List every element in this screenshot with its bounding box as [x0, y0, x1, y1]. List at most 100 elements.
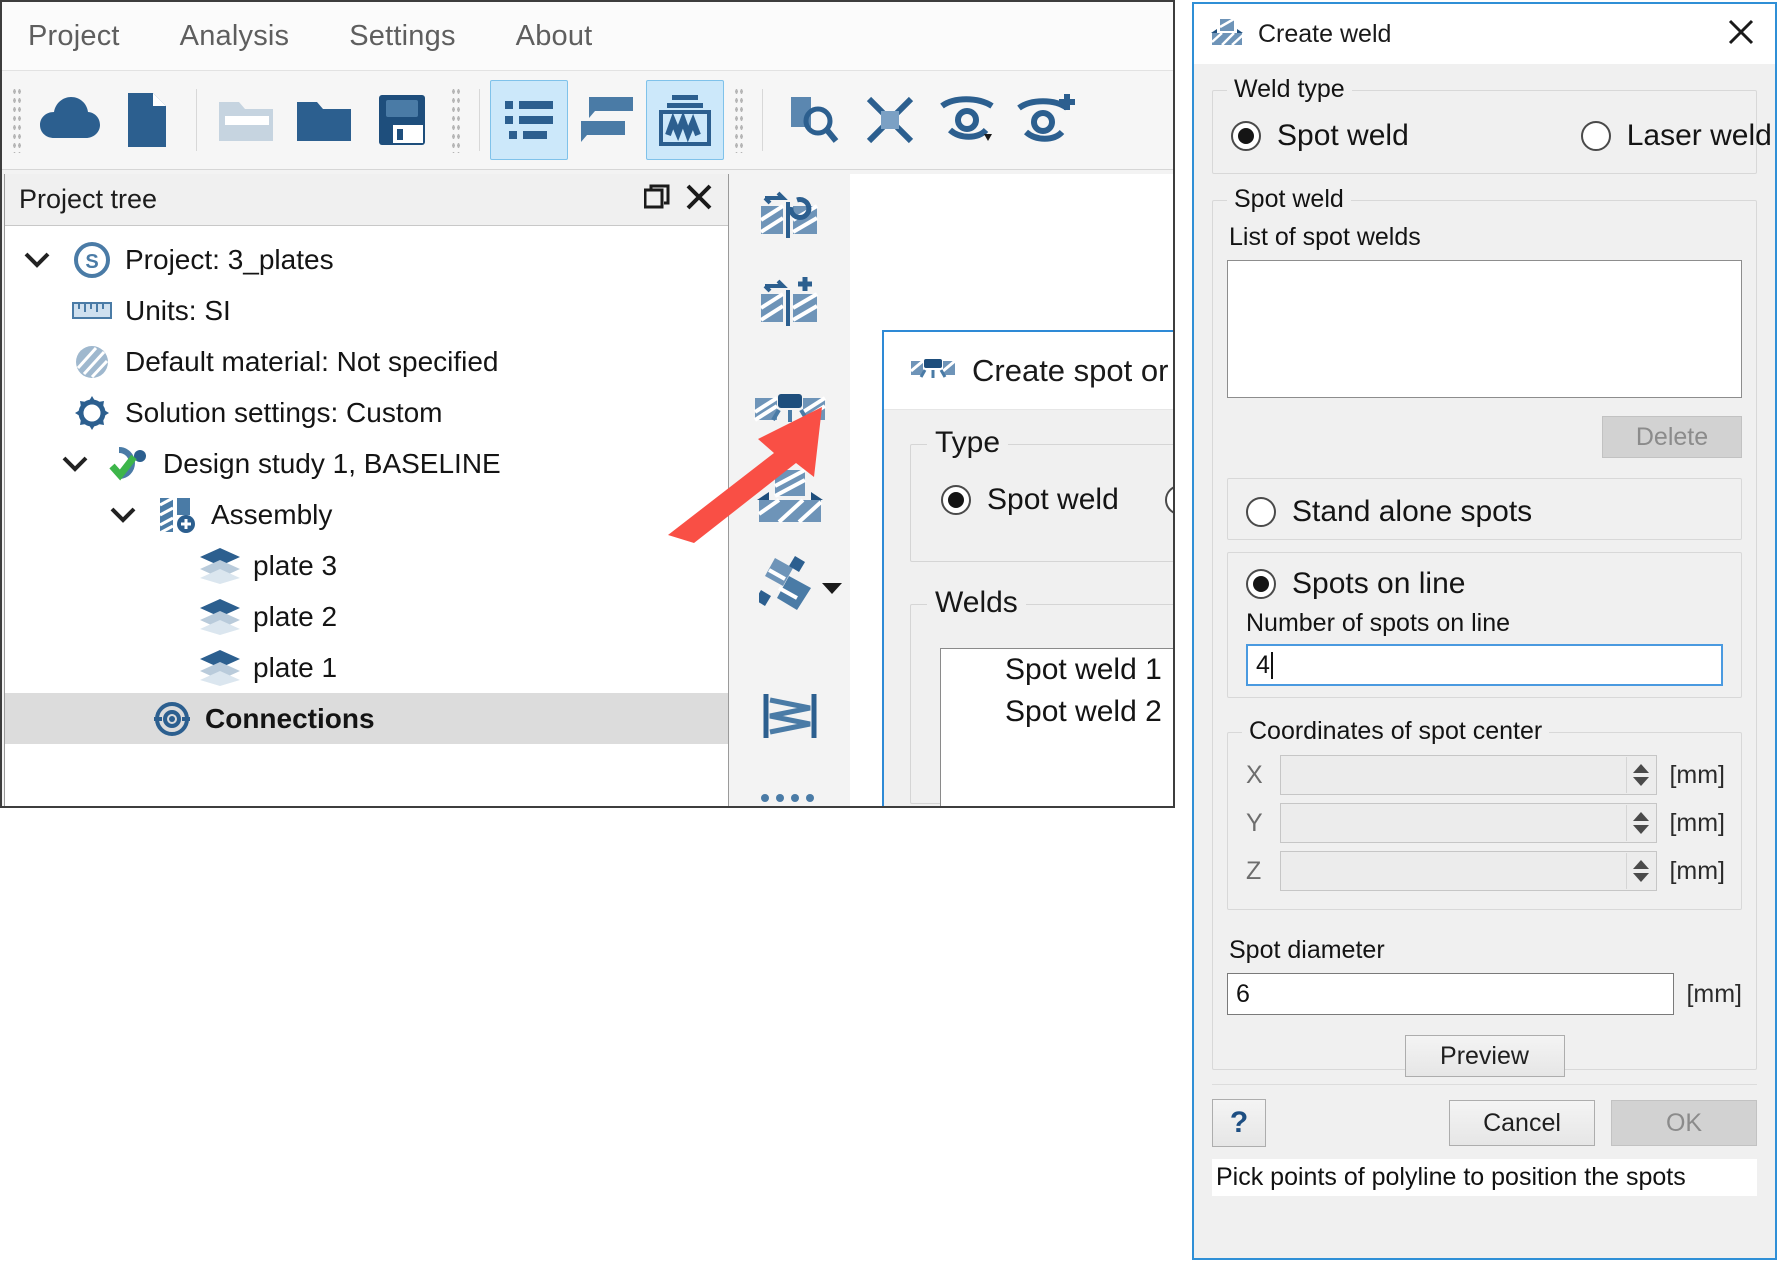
list-view-button[interactable]: [490, 80, 568, 160]
new-document-icon: [126, 91, 168, 149]
radio-spot-weld[interactable]: Spot weld: [1231, 119, 1409, 153]
bg-radio-second[interactable]: [1165, 485, 1175, 515]
spot-diameter-input[interactable]: 6: [1227, 973, 1674, 1015]
coordinate-y-input[interactable]: [1280, 803, 1657, 843]
points-button[interactable]: [730, 762, 850, 808]
inspect-button[interactable]: [773, 80, 851, 160]
chevron-down-icon[interactable]: [53, 454, 97, 474]
save-button[interactable]: [363, 80, 441, 160]
cut-section-button[interactable]: [851, 80, 929, 160]
bg-welds-group-label: Welds: [927, 586, 1026, 620]
open-folder-button[interactable]: [207, 80, 285, 160]
plate-icon: [197, 598, 243, 636]
cloud-icon: [38, 94, 100, 146]
project-tree-titlebar: Project tree: [5, 174, 728, 226]
connections-icon: [149, 699, 195, 739]
results-button[interactable]: [646, 80, 724, 160]
spring-icon: [760, 690, 820, 747]
coordinate-x-input[interactable]: [1280, 755, 1657, 795]
coordinate-z-label: Z: [1246, 857, 1268, 886]
coordinate-y-label: Y: [1246, 809, 1268, 838]
tree-node-assembly[interactable]: Assembly: [5, 489, 728, 540]
radio-button[interactable]: [941, 485, 971, 515]
dots-icon: [760, 792, 820, 809]
menu-item-settings[interactable]: Settings: [343, 18, 461, 55]
coordinate-x-unit: [mm]: [1669, 761, 1725, 790]
cloud-button[interactable]: [30, 80, 108, 160]
radio-stand-alone-spots[interactable]: Stand alone spots: [1228, 479, 1741, 529]
radio-button[interactable]: [1246, 569, 1276, 599]
help-button[interactable]: ?: [1212, 1099, 1266, 1147]
new-document-button[interactable]: [108, 80, 186, 160]
menu-item-about[interactable]: About: [510, 18, 599, 55]
folder-button[interactable]: [285, 80, 363, 160]
list-item[interactable]: Spot weld 1: [941, 649, 1175, 691]
spot-welds-listbox[interactable]: [1227, 260, 1742, 398]
toolbar-separator-3: [762, 89, 763, 151]
radio-button[interactable]: [1231, 121, 1261, 151]
toolbar-grip[interactable]: [12, 87, 22, 153]
tree-node-plate-1[interactable]: plate 1: [5, 642, 728, 693]
coordinate-x-label: X: [1246, 761, 1268, 790]
radio-button[interactable]: [1581, 121, 1611, 151]
radio-stand-alone-spots-label: Stand alone spots: [1292, 495, 1532, 529]
cancel-button[interactable]: Cancel: [1449, 1100, 1595, 1146]
radio-spot-weld-label: Spot weld: [1277, 119, 1409, 153]
chevron-down-icon[interactable]: [101, 505, 145, 525]
bg-dialog-title: Create spot or: [972, 353, 1168, 389]
toolbar-grip-3[interactable]: [734, 87, 744, 153]
weld-repeat-button[interactable]: [730, 174, 850, 262]
restore-window-button[interactable]: [636, 179, 678, 221]
results-icon: [658, 93, 712, 147]
tree-node-solution-settings[interactable]: Solution settings: Custom: [5, 387, 728, 438]
close-panel-button[interactable]: [678, 179, 720, 221]
show-button[interactable]: [929, 80, 1007, 160]
spinner-arrows-icon[interactable]: [1626, 853, 1654, 889]
preview-button[interactable]: Preview: [1405, 1035, 1565, 1077]
ok-button[interactable]: OK: [1611, 1100, 1757, 1146]
assembly-icon: [155, 495, 201, 535]
spot-weld-group: Spot weld List of spot welds Delete Stan…: [1212, 200, 1757, 1070]
coordinates-group: Coordinates of spot center X [mm] Y: [1227, 732, 1742, 910]
project-tree-body: S Project: 3_plates Units: SI Def: [5, 226, 728, 808]
list-item[interactable]: Spot weld 2: [941, 691, 1175, 733]
number-of-spots-value: 4: [1256, 651, 1270, 680]
spring-button[interactable]: [730, 674, 850, 762]
bolt-connection-button[interactable]: [730, 542, 850, 630]
weld-add-button[interactable]: [730, 262, 850, 350]
show-all-button[interactable]: [1007, 80, 1085, 160]
radio-button[interactable]: [1246, 497, 1276, 527]
tree-node-project[interactable]: S Project: 3_plates: [5, 234, 728, 285]
comments-button[interactable]: [568, 80, 646, 160]
tree-node-connections[interactable]: Connections: [5, 693, 728, 744]
close-dialog-button[interactable]: [1715, 10, 1767, 58]
spinner-arrows-icon[interactable]: [1626, 757, 1654, 793]
chevron-down-icon[interactable]: [820, 580, 844, 601]
project-tree-panel: Project tree: [4, 174, 729, 808]
open-folder-icon: [217, 96, 275, 144]
tree-node-units[interactable]: Units: SI: [5, 285, 728, 336]
tree-node-plate-2[interactable]: plate 2: [5, 591, 728, 642]
bg-welds-list[interactable]: Spot weld 1 Spot weld 2: [940, 648, 1175, 808]
radio-spots-on-line[interactable]: Spots on line: [1228, 553, 1741, 601]
coordinates-group-label: Coordinates of spot center: [1242, 717, 1549, 746]
spinner-arrows-icon[interactable]: [1626, 805, 1654, 841]
chevron-down-icon[interactable]: [15, 250, 59, 270]
delete-button[interactable]: Delete: [1602, 416, 1742, 458]
radio-laser-weld[interactable]: Laser weld: [1581, 119, 1772, 153]
toolbar-grip-2[interactable]: [451, 87, 461, 153]
bg-radio-spot-weld[interactable]: Spot weld: [941, 483, 1175, 517]
spot-weld-group-label: Spot weld: [1227, 185, 1351, 214]
screenshot-root: Project Analysis Settings About: [0, 0, 1779, 1262]
tree-node-plate-3[interactable]: plate 3: [5, 540, 728, 591]
number-of-spots-input[interactable]: 4: [1246, 644, 1723, 686]
tree-node-design-study[interactable]: Design study 1, BASELINE: [5, 438, 728, 489]
tree-node-default-material[interactable]: Default material: Not specified: [5, 336, 728, 387]
menu-item-analysis[interactable]: Analysis: [174, 18, 296, 55]
tree-node-label: Connections: [205, 703, 375, 735]
menu-item-project[interactable]: Project: [22, 18, 126, 55]
annotation-arrow-icon: [662, 397, 842, 547]
spot-weld-icon: [910, 355, 956, 386]
folder-icon: [295, 96, 353, 144]
coordinate-z-input[interactable]: [1280, 851, 1657, 891]
